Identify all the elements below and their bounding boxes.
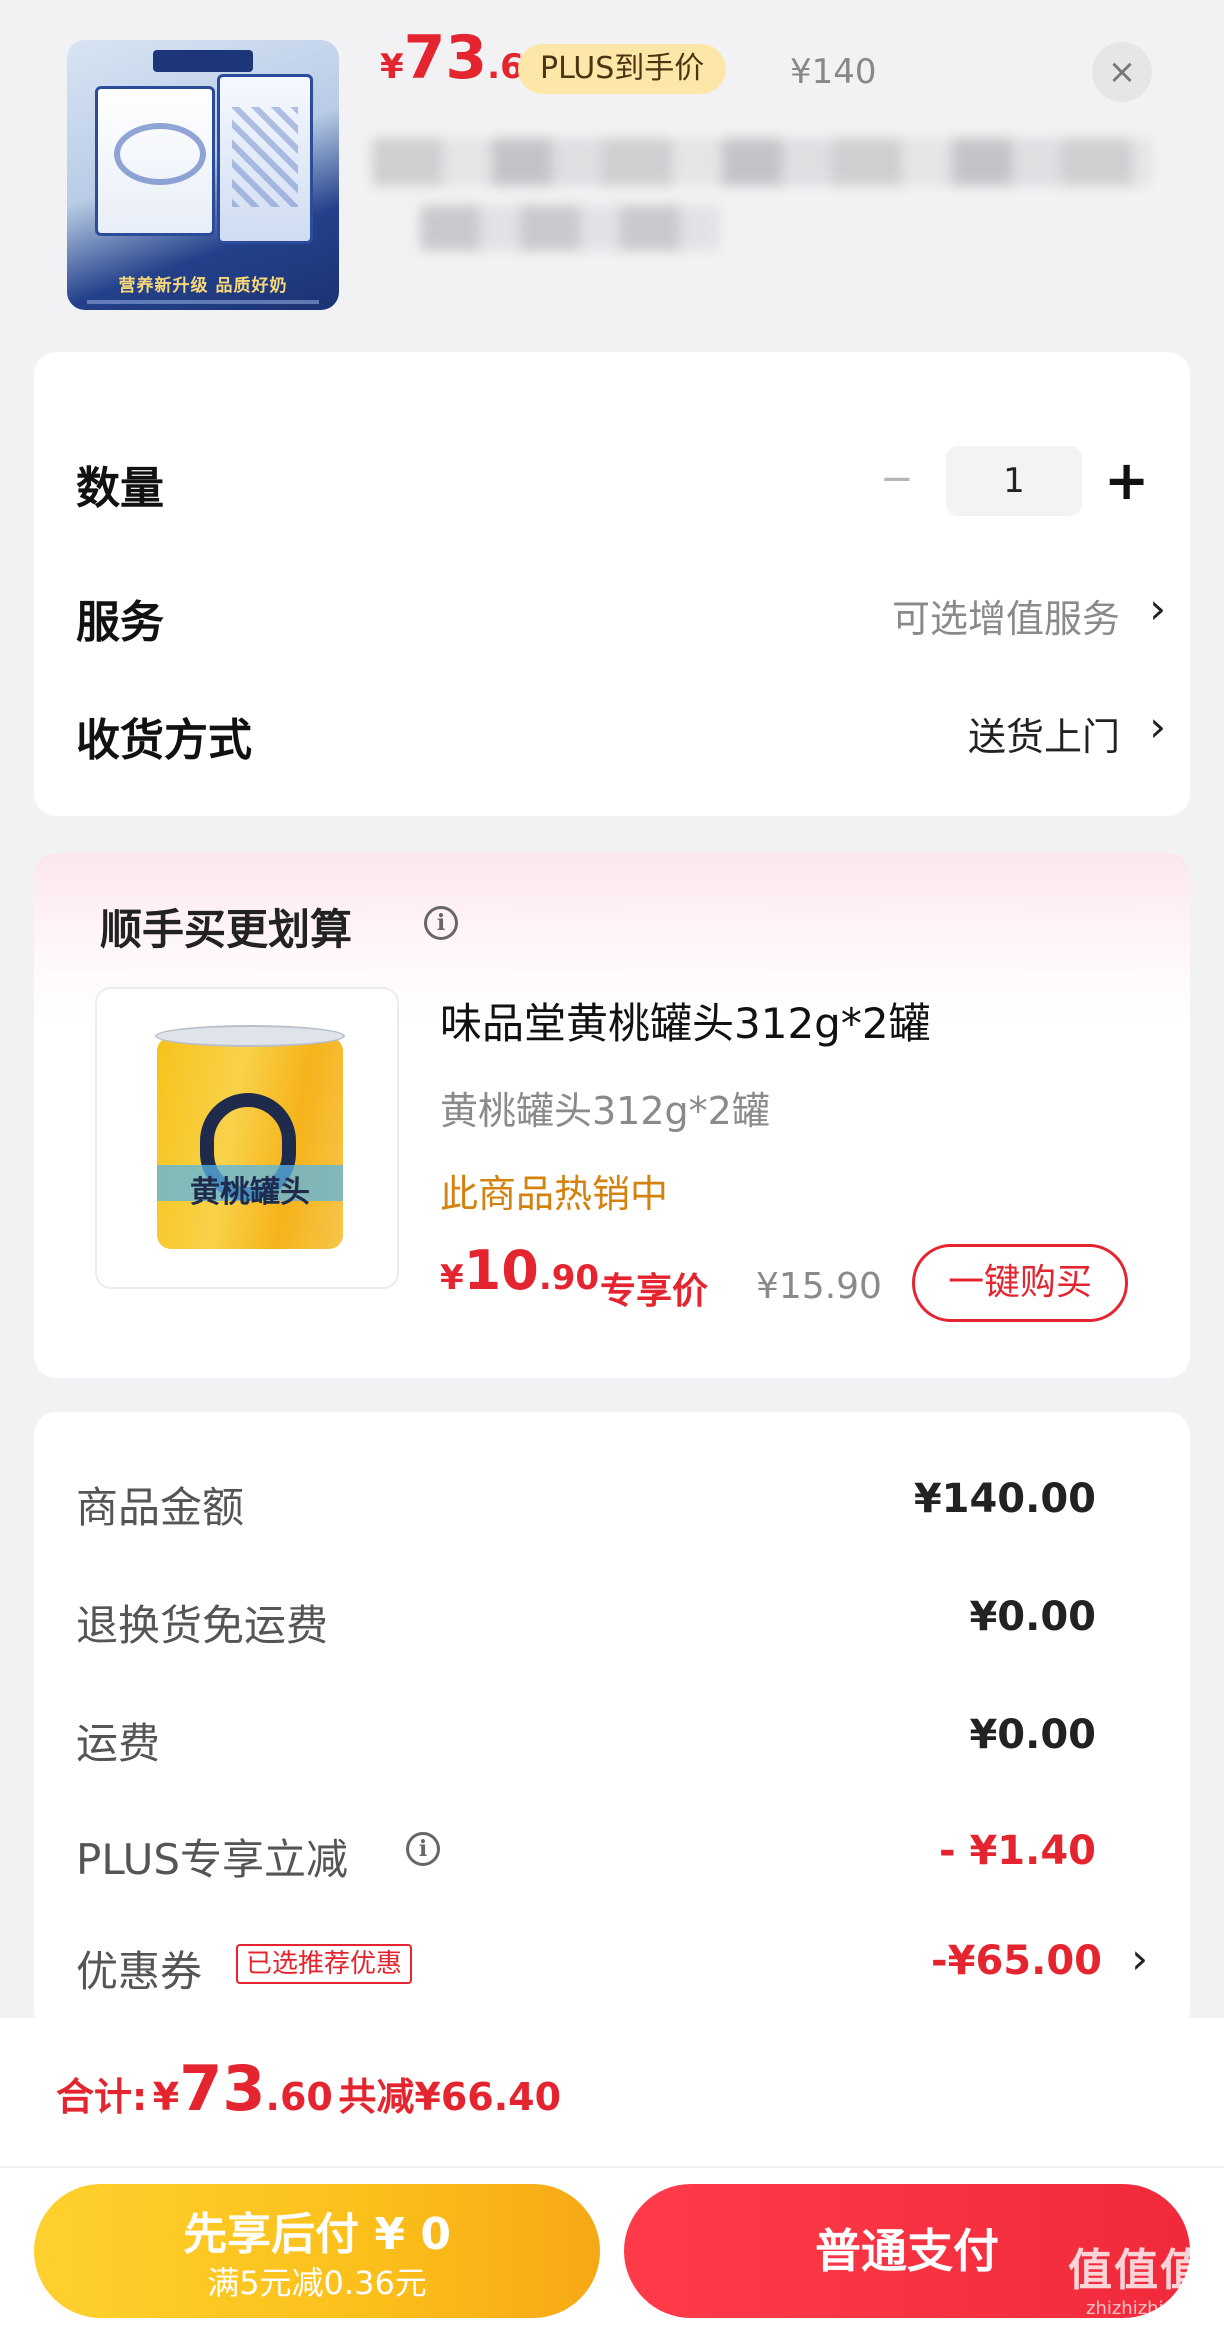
can-label-text: 黄桃罐头 bbox=[190, 1175, 310, 1210]
thumbnail-brand-strip bbox=[153, 50, 253, 72]
quantity-minus-button[interactable]: − bbox=[880, 456, 914, 502]
coupon-recommend-badge: 已选推荐优惠 bbox=[236, 1944, 413, 1984]
close-icon[interactable]: × bbox=[1092, 42, 1152, 102]
info-icon[interactable]: i bbox=[424, 906, 458, 940]
quantity-input[interactable]: 1 bbox=[946, 446, 1082, 516]
original-price: ¥140 bbox=[790, 52, 877, 92]
chevron-right-icon: › bbox=[1149, 702, 1166, 751]
addon-product-image[interactable]: 黄桃罐头 bbox=[95, 987, 399, 1289]
service-selector[interactable]: 可选增值服务 › bbox=[760, 584, 1180, 644]
order-total: 合计: ¥73.60 共减¥66.40 bbox=[56, 2058, 561, 2121]
coupon-selector[interactable]: -¥65.00 › bbox=[900, 1930, 1190, 2000]
price-currency: ¥ bbox=[380, 47, 404, 87]
addon-title: 顺手买更划算 bbox=[100, 905, 353, 954]
info-icon[interactable]: i bbox=[406, 1832, 440, 1866]
plus-discount-value: - ¥1.40 bbox=[938, 1828, 1096, 1874]
delivery-label: 收货方式 bbox=[76, 715, 252, 766]
addon-price: ¥10.90 bbox=[440, 1244, 600, 1299]
addon-price-integer: 10 bbox=[463, 1239, 539, 1302]
watermark-logo: 值值值 bbox=[1068, 2245, 1206, 2296]
summary-row-label: PLUS专享立减 bbox=[76, 1835, 349, 1884]
can-lid bbox=[155, 1025, 345, 1047]
total-currency: ¥ bbox=[152, 2075, 180, 2119]
pay-later-button[interactable]: 先享后付 ¥ 0 满5元减0.36元 bbox=[34, 2184, 600, 2318]
summary-row-label: 运费 bbox=[76, 1719, 161, 1768]
addon-price-decimal: .90 bbox=[538, 1258, 600, 1298]
total-decimal: .60 bbox=[265, 2075, 333, 2119]
thumbnail-fine-print bbox=[87, 300, 319, 304]
addon-product-spec: 黄桃罐头312g*2罐 bbox=[440, 1089, 770, 1133]
total-saved: 共减¥66.40 bbox=[338, 2075, 562, 2119]
watermark-url: zhizhizhi.com bbox=[1086, 2298, 1208, 2319]
plus-price: ¥73.6 bbox=[380, 28, 524, 88]
addon-product-name[interactable]: 味品堂黄桃罐头312g*2罐 bbox=[440, 990, 931, 1051]
product-thumbnail[interactable]: 营养新升级 品质好奶 bbox=[67, 40, 339, 310]
summary-row-value: ¥0.00 bbox=[969, 1594, 1096, 1640]
chevron-right-icon: › bbox=[1149, 584, 1166, 633]
addon-hot-label: 此商品热销中 bbox=[440, 1172, 669, 1216]
addon-price-currency: ¥ bbox=[440, 1258, 464, 1298]
delivery-value: 送货上门 bbox=[967, 715, 1120, 759]
thumbnail-slogan: 营养新升级 品质好奶 bbox=[118, 276, 288, 296]
delivery-selector[interactable]: 送货上门 › bbox=[760, 702, 1180, 762]
price-integer: 73 bbox=[403, 23, 488, 93]
coupon-value: -¥65.00 bbox=[931, 1938, 1102, 1984]
plus-price-badge: PLUS到手价 bbox=[518, 44, 727, 94]
chevron-right-icon: › bbox=[1131, 1934, 1148, 1983]
divider bbox=[0, 2166, 1224, 2168]
quantity-label: 数量 bbox=[76, 463, 164, 514]
summary-row-label: 退换货免运费 bbox=[76, 1601, 329, 1650]
summary-row-value: ¥140.00 bbox=[913, 1476, 1096, 1522]
total-label: 合计: bbox=[56, 2075, 148, 2119]
pay-later-label: 先享后付 ¥ 0 bbox=[183, 2209, 451, 2260]
addon-price-tag: 专享价 bbox=[600, 1271, 709, 1312]
pay-later-promo: 满5元减0.36元 bbox=[207, 2264, 427, 2302]
product-title-blurred-line2 bbox=[420, 205, 720, 251]
addon-original-price: ¥15.90 bbox=[756, 1266, 882, 1307]
thumbnail-milk-carton bbox=[217, 74, 313, 244]
coupon-label: 优惠券 bbox=[76, 1947, 203, 1996]
total-integer: 73 bbox=[179, 2052, 266, 2125]
product-title-blurred bbox=[372, 138, 1152, 186]
summary-row-label: 商品金额 bbox=[76, 1483, 245, 1532]
thumbnail-milk-box bbox=[95, 86, 215, 236]
quantity-plus-button[interactable]: + bbox=[1104, 446, 1149, 516]
service-value: 可选增值服务 bbox=[891, 597, 1120, 641]
summary-row-value: ¥0.00 bbox=[969, 1712, 1096, 1758]
service-label: 服务 bbox=[76, 597, 164, 648]
one-click-buy-button[interactable]: 一键购买 bbox=[912, 1244, 1128, 1322]
